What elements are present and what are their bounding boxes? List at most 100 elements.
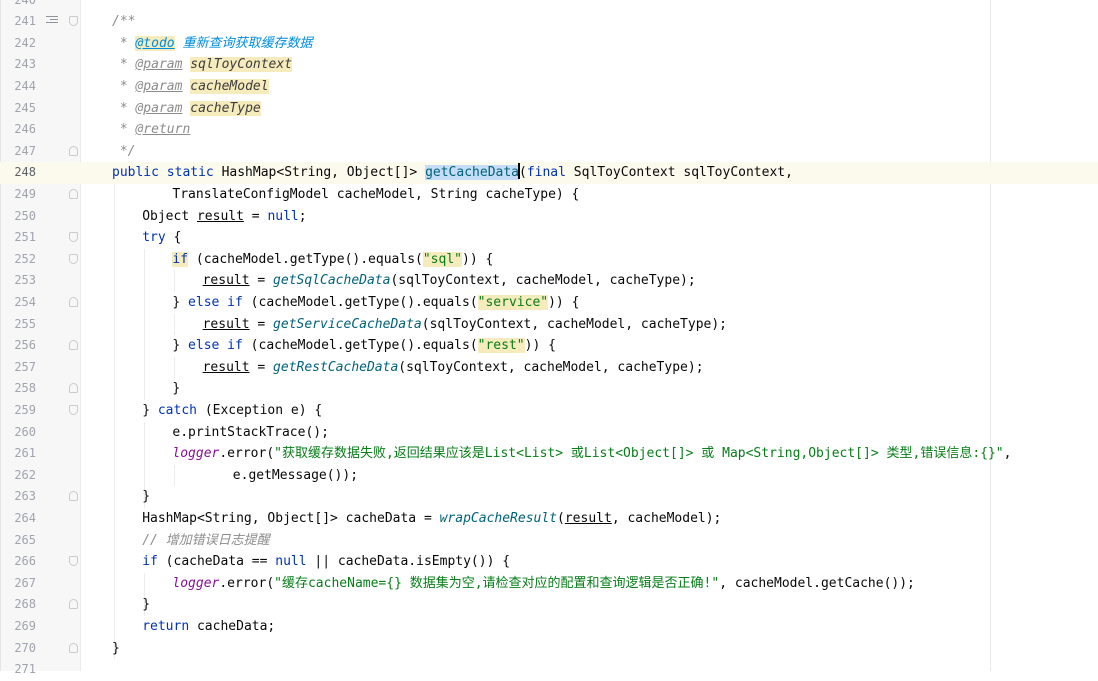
code-line-245[interactable]: 245 * @param cacheType bbox=[0, 98, 1098, 120]
code-text[interactable]: HashMap<String, Object[]> cacheData = wr… bbox=[142, 508, 721, 530]
fold-end-icon[interactable] bbox=[69, 642, 78, 653]
line-number[interactable]: 249 bbox=[0, 184, 36, 206]
code-line-264[interactable]: 264 HashMap<String, Object[]> cacheData =… bbox=[0, 508, 1098, 530]
line-number[interactable]: 257 bbox=[0, 357, 36, 379]
code-text[interactable]: if (cacheModel.getType().equals("sql")) … bbox=[172, 249, 493, 271]
code-text[interactable]: } bbox=[112, 638, 120, 660]
fold-start-icon[interactable] bbox=[69, 16, 78, 27]
line-number[interactable]: 251 bbox=[0, 227, 36, 249]
line-number[interactable]: 256 bbox=[0, 335, 36, 357]
line-number[interactable]: 271 bbox=[0, 659, 36, 681]
code-text[interactable]: e.getMessage()); bbox=[233, 465, 358, 487]
code-text[interactable]: } else if (cacheModel.getType().equals("… bbox=[172, 335, 556, 357]
line-number[interactable]: 265 bbox=[0, 530, 36, 552]
code-line-257[interactable]: 257 result = getRestCacheData(sqlToyConte… bbox=[0, 357, 1098, 379]
code-lines[interactable]: 240241/**242 * @todo 重新查询获取缓存数据243 * @pa… bbox=[0, 0, 1098, 676]
line-number[interactable]: 254 bbox=[0, 292, 36, 314]
code-editor[interactable]: 240241/**242 * @todo 重新查询获取缓存数据243 * @pa… bbox=[0, 0, 1098, 676]
fold-end-icon[interactable] bbox=[69, 296, 78, 307]
code-line-252[interactable]: 252 if (cacheModel.getType().equals("sql"… bbox=[0, 249, 1098, 271]
code-text[interactable]: return cacheData; bbox=[142, 616, 275, 638]
line-number[interactable]: 259 bbox=[0, 400, 36, 422]
code-line-243[interactable]: 243 * @param sqlToyContext bbox=[0, 54, 1098, 76]
fold-start-icon[interactable] bbox=[69, 232, 78, 243]
code-text[interactable]: public static HashMap<String, Object[]> … bbox=[112, 162, 793, 184]
line-number[interactable]: 267 bbox=[0, 573, 36, 595]
reader-mode-icon[interactable] bbox=[46, 16, 58, 27]
line-number[interactable]: 248 bbox=[0, 162, 36, 184]
line-number[interactable]: 255 bbox=[0, 314, 36, 336]
code-text[interactable]: * @param cacheType bbox=[112, 98, 261, 120]
line-number[interactable]: 242 bbox=[0, 33, 36, 55]
line-number[interactable]: 253 bbox=[0, 270, 36, 292]
code-line-241[interactable]: 241 /** bbox=[0, 11, 1098, 33]
fold-end-icon[interactable] bbox=[69, 491, 78, 502]
code-text[interactable]: * @return bbox=[112, 119, 190, 141]
code-line-261[interactable]: 261 logger.error("获取缓存数据失败,返回结果应该是List<Li… bbox=[0, 443, 1098, 465]
code-text[interactable]: if (cacheData == null || cacheData.isEmp… bbox=[142, 551, 510, 573]
line-number[interactable]: 243 bbox=[0, 54, 36, 76]
line-number[interactable]: 240 bbox=[0, 0, 36, 11]
line-number[interactable]: 270 bbox=[0, 638, 36, 660]
code-text[interactable]: logger.error("获取缓存数据失败,返回结果应该是List<List>… bbox=[172, 443, 1011, 465]
line-number[interactable]: 250 bbox=[0, 206, 36, 228]
fold-start-icon[interactable] bbox=[69, 404, 78, 415]
line-number[interactable]: 266 bbox=[0, 551, 36, 573]
code-text[interactable]: } else if (cacheModel.getType().equals("… bbox=[172, 292, 579, 314]
code-line-249[interactable]: 249 TranslateConfigModel cacheModel, Stri… bbox=[0, 184, 1098, 206]
code-line-244[interactable]: 244 * @param cacheModel bbox=[0, 76, 1098, 98]
code-text[interactable]: try { bbox=[142, 227, 181, 249]
line-number[interactable]: 269 bbox=[0, 616, 36, 638]
fold-start-icon[interactable] bbox=[69, 556, 78, 567]
code-text[interactable]: result = getServiceCacheData(sqlToyConte… bbox=[203, 314, 727, 336]
code-text[interactable]: result = getRestCacheData(sqlToyContext,… bbox=[203, 357, 704, 379]
code-text[interactable]: Object result = null; bbox=[142, 206, 306, 228]
code-line-265[interactable]: 265 // 增加错误日志提醒 bbox=[0, 530, 1098, 552]
line-number[interactable]: 258 bbox=[0, 378, 36, 400]
code-text[interactable]: e.printStackTrace(); bbox=[172, 422, 329, 444]
line-number[interactable]: 261 bbox=[0, 443, 36, 465]
line-number[interactable]: 247 bbox=[0, 141, 36, 163]
code-line-262[interactable]: 262 e.getMessage()); bbox=[0, 465, 1098, 487]
code-line-270[interactable]: 270} bbox=[0, 638, 1098, 660]
line-number[interactable]: 268 bbox=[0, 594, 36, 616]
code-line-266[interactable]: 266 if (cacheData == null || cacheData.is… bbox=[0, 551, 1098, 573]
code-text[interactable]: * @todo 重新查询获取缓存数据 bbox=[112, 33, 312, 55]
line-number[interactable]: 263 bbox=[0, 486, 36, 508]
code-text[interactable]: /** bbox=[112, 11, 135, 33]
code-line-248[interactable]: 248 public static HashMap<String, Object[… bbox=[0, 162, 1098, 184]
fold-end-icon[interactable] bbox=[69, 383, 78, 394]
code-text[interactable]: TranslateConfigModel cacheModel, String … bbox=[172, 184, 579, 206]
fold-end-icon[interactable] bbox=[69, 145, 78, 156]
line-number[interactable]: 241 bbox=[0, 11, 36, 33]
fold-end-icon[interactable] bbox=[69, 188, 78, 199]
code-text[interactable]: result = getSqlCacheData(sqlToyContext, … bbox=[203, 270, 696, 292]
code-line-258[interactable]: 258} bbox=[0, 378, 1098, 400]
line-number[interactable]: 244 bbox=[0, 76, 36, 98]
code-line-247[interactable]: 247 */ bbox=[0, 141, 1098, 163]
code-text[interactable]: } catch (Exception e) { bbox=[142, 400, 322, 422]
fold-end-icon[interactable] bbox=[69, 599, 78, 610]
code-line-256[interactable]: 256 } else if (cacheModel.getType().equal… bbox=[0, 335, 1098, 357]
code-line-255[interactable]: 255 result = getServiceCacheData(sqlToyCo… bbox=[0, 314, 1098, 336]
code-line-260[interactable]: 260 e.printStackTrace(); bbox=[0, 422, 1098, 444]
code-text[interactable]: } bbox=[142, 486, 150, 508]
line-number[interactable]: 262 bbox=[0, 465, 36, 487]
fold-start-icon[interactable] bbox=[69, 253, 78, 264]
line-number[interactable]: 252 bbox=[0, 249, 36, 271]
line-number[interactable]: 245 bbox=[0, 98, 36, 120]
code-line-242[interactable]: 242 * @todo 重新查询获取缓存数据 bbox=[0, 33, 1098, 55]
code-line-268[interactable]: 268} bbox=[0, 594, 1098, 616]
code-line-250[interactable]: 250 Object result = null; bbox=[0, 206, 1098, 228]
code-line-254[interactable]: 254 } else if (cacheModel.getType().equal… bbox=[0, 292, 1098, 314]
line-number[interactable]: 246 bbox=[0, 119, 36, 141]
code-text[interactable]: } bbox=[142, 594, 150, 616]
code-text[interactable]: // 增加错误日志提醒 bbox=[142, 530, 269, 552]
code-line-246[interactable]: 246 * @return bbox=[0, 119, 1098, 141]
code-line-267[interactable]: 267 logger.error("缓存cacheName={} 数据集为空,请检… bbox=[0, 573, 1098, 595]
line-number[interactable]: 260 bbox=[0, 422, 36, 444]
code-line-269[interactable]: 269 return cacheData; bbox=[0, 616, 1098, 638]
code-line-251[interactable]: 251 try { bbox=[0, 227, 1098, 249]
code-text[interactable]: * @param sqlToyContext bbox=[112, 54, 293, 76]
code-line-263[interactable]: 263} bbox=[0, 486, 1098, 508]
